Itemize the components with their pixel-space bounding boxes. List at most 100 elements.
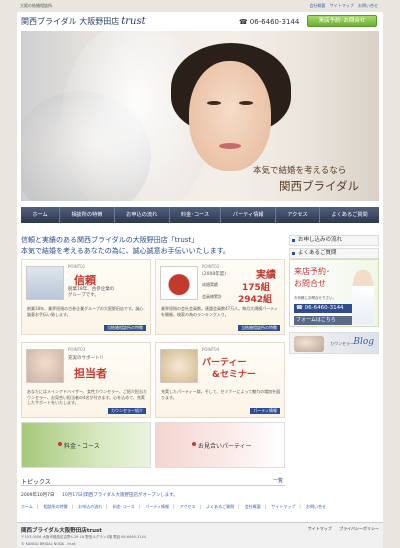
- reserve-form-link[interactable]: フォームはこちら: [294, 316, 352, 325]
- blog-label: Blog: [353, 337, 374, 347]
- main-container: 関西ブライダル 大阪野田店 trust ☎ 06-6460-3144 来店予約･お問…: [17, 12, 383, 548]
- point-card-trust: POINT01 信頼 創業18年、古参企業の グループです。 創業18年、業界屈指…: [21, 259, 151, 335]
- sidebar-blog-banner[interactable]: カウンセラー Blog: [289, 332, 379, 354]
- card-desc: 充実したパーティー群。そして、セミナーによって魅力の増加を図ります。: [161, 389, 281, 400]
- card-link[interactable]: カウンセラー紹介: [108, 408, 146, 414]
- staff-figure: [352, 270, 374, 324]
- bullet-icon: [192, 442, 196, 446]
- card-photo: [160, 349, 198, 383]
- banner-label: 料金・コース: [64, 443, 100, 450]
- intro-line-2: 本気で結婚を考えるあなたの為に、誠心誠意お手伝いいたします。: [21, 247, 230, 255]
- reserve-note: お気軽にお問合せ下さい。: [294, 296, 336, 300]
- banner-party[interactable]: お見合いパーティー: [155, 422, 285, 468]
- card-title-2: &セミナー: [212, 370, 256, 380]
- header-phone: ☎ 06-6460-3144: [239, 18, 299, 26]
- footer-right-links: サイトマップ プライバシーポリシー: [302, 526, 379, 532]
- reserve-button[interactable]: 来店予約･お問合せ: [307, 15, 377, 27]
- card-photo: [26, 349, 64, 383]
- card-title: 実績: [256, 270, 276, 281]
- phone-icon: ☎: [239, 18, 248, 26]
- top-link-sitemap[interactable]: サイトマップ: [330, 3, 354, 8]
- card-sub: 創業18年、古参企業の グループです。: [68, 287, 115, 298]
- logo-brand: trust: [121, 16, 146, 27]
- banner-label: お見合いパーティー: [198, 443, 252, 450]
- eye-left: [207, 101, 221, 105]
- top-link-contact[interactable]: お問い合せ: [358, 3, 378, 8]
- topics-more-link[interactable]: 一覧: [273, 477, 283, 484]
- top-strip: 大阪の結婚相談所 会社概要 サイトマップ お問い合せ: [0, 0, 400, 12]
- card-desc: 業界屈指の会社会員数。連盟会員数47万人。毎月大規模パーティを開催。検索の為のラ…: [161, 306, 278, 317]
- card-point: POINT04: [202, 347, 220, 352]
- phone-number: 06-6460-3144: [249, 18, 300, 26]
- eye-right: [239, 101, 253, 105]
- footer-link[interactable]: お申込の流れ: [78, 504, 102, 509]
- footer-name: 関西ブライダル大阪野田店trust: [21, 528, 102, 534]
- footer-privacy-link[interactable]: プライバシーポリシー: [339, 526, 379, 531]
- bride-face: [189, 61, 271, 171]
- global-nav: ホーム 相談所の特徴 お申込の流れ 料金･コース パーティ情報 アクセス よくあ…: [21, 207, 379, 223]
- logo-text: 関西ブライダル 大阪野田店: [21, 17, 120, 26]
- footer-link[interactable]: 会社概要: [245, 504, 261, 509]
- footer-link[interactable]: アクセス: [180, 504, 196, 509]
- footer-link[interactable]: 料金･コース: [113, 504, 135, 509]
- card-point: POINT03: [68, 347, 86, 352]
- nav-access[interactable]: アクセス: [276, 207, 321, 223]
- sidebar-item-faq[interactable]: よくあるご質問: [289, 248, 379, 259]
- footer-link[interactable]: ホーム: [21, 504, 33, 509]
- footer-links: ホーム | 相談所の特徴 | お申込の流れ | 料金･コース | パーティ情報 | アクセ…: [21, 504, 327, 509]
- sidebar-reserve-box[interactable]: 来店予約･ お問合せ お気軽にお問合せ下さい。 ☎ 06-6460-3144 フ…: [289, 259, 379, 327]
- top-links: 会社概要 サイトマップ お問い合せ: [306, 3, 378, 9]
- card-total: 2942組: [238, 295, 273, 305]
- sidebar-item-flow[interactable]: お申し込みの流れ: [289, 235, 379, 246]
- point-card-staff: POINT03 充実のサポート!! 担当者 あなたにはメインアドバイザー、女性カ…: [21, 342, 151, 418]
- card-desc: あなたにはメインアドバイザー、女性カウンセラー、ご紹介担当カウンセラー、お見合い…: [27, 389, 147, 405]
- card-link[interactable]: パーティ情報: [250, 408, 280, 414]
- bullet-icon: [58, 442, 62, 446]
- card-sub3: 成婚実績: [202, 282, 218, 287]
- footer: 関西ブライダル大阪野田店trust 〒553-0006 大阪市福島区吉野4-29…: [17, 522, 383, 548]
- topics-header: トピックス 一覧: [21, 476, 285, 486]
- card-photo: [26, 266, 64, 300]
- nav-home[interactable]: ホーム: [21, 207, 61, 223]
- news-link[interactable]: 10月17日(関西ブライダル大阪野田店がオープンします。: [62, 493, 178, 498]
- topics-title: トピックス: [21, 479, 51, 486]
- news-date: 2009年10月7日: [21, 493, 55, 498]
- top-link-company[interactable]: 会社概要: [309, 3, 325, 8]
- nav-party[interactable]: パーティ情報: [221, 207, 276, 223]
- footer-sitemap-link[interactable]: サイトマップ: [308, 526, 332, 531]
- hero-title: 関西ブライダル: [279, 179, 360, 193]
- reserve-title-2: お問合せ: [294, 279, 326, 288]
- nav-faq[interactable]: よくあるご質問: [320, 207, 379, 223]
- lips: [219, 143, 241, 149]
- nav-features[interactable]: 相談所の特徴: [60, 207, 115, 223]
- point-card-results: POINT02 (2008年度) 成婚実績 会員様累計 実績 175組 2942…: [155, 259, 285, 335]
- hero-image: 本気で結婚を考えるなら 関西ブライダル: [21, 31, 379, 201]
- point-card-party: POINT04 パーティー &セミナー 充実したパーティー群。そして、セミナーに…: [155, 342, 285, 418]
- tagline: 大阪の結婚相談所: [20, 3, 52, 8]
- reserve-title-1: 来店予約･: [294, 267, 330, 276]
- card-link[interactable]: 当結婚相談所の特徴: [238, 325, 280, 331]
- page: 大阪の結婚相談所 会社概要 サイトマップ お問い合せ 関西ブライダル 大阪野田店…: [0, 0, 400, 548]
- site-logo[interactable]: 関西ブライダル 大阪野田店 trust: [21, 16, 146, 27]
- footer-link[interactable]: 相談所の特徴: [44, 504, 68, 509]
- footer-link[interactable]: パーティ情報: [145, 504, 169, 509]
- card-link[interactable]: 当結婚相談所の特徴: [104, 325, 146, 331]
- intro-line-1: 信頼と実績のある関西ブライダルの大阪野田店「trust」: [21, 236, 199, 244]
- card-sub: 充実のサポート!!: [68, 356, 104, 361]
- news-item: 2009年10月7日 10月17日(関西ブライダル大阪野田店がオープンします。: [21, 492, 178, 498]
- banner-price[interactable]: 料金・コース: [21, 422, 151, 468]
- footer-link[interactable]: サイトマップ: [271, 504, 295, 509]
- nav-flow[interactable]: お申込の流れ: [115, 207, 170, 223]
- footer-address: 〒553-0006 大阪市福島区吉野4-29-18 野田ルグラン1階 電話 06…: [21, 535, 146, 539]
- counselor-avatar: [294, 336, 324, 352]
- card-point: POINT02: [202, 264, 220, 269]
- footer-copyright: © KANSAI BRIDAL NODA - trust: [21, 542, 76, 546]
- hero-subtitle: 本気で結婚を考えるなら: [253, 166, 347, 176]
- card-photo: [160, 266, 198, 300]
- nav-price[interactable]: 料金･コース: [170, 207, 222, 223]
- footer-link[interactable]: よくあるご質問: [206, 504, 234, 509]
- card-point: POINT01: [68, 264, 86, 269]
- card-sub4: 会員様累計: [202, 294, 222, 299]
- footer-link[interactable]: お問い合せ: [306, 504, 326, 509]
- card-desc: 創業18年、業界屈指の古参企業グループの大阪野田店です。誠心誠意お手伝い致します…: [27, 306, 144, 317]
